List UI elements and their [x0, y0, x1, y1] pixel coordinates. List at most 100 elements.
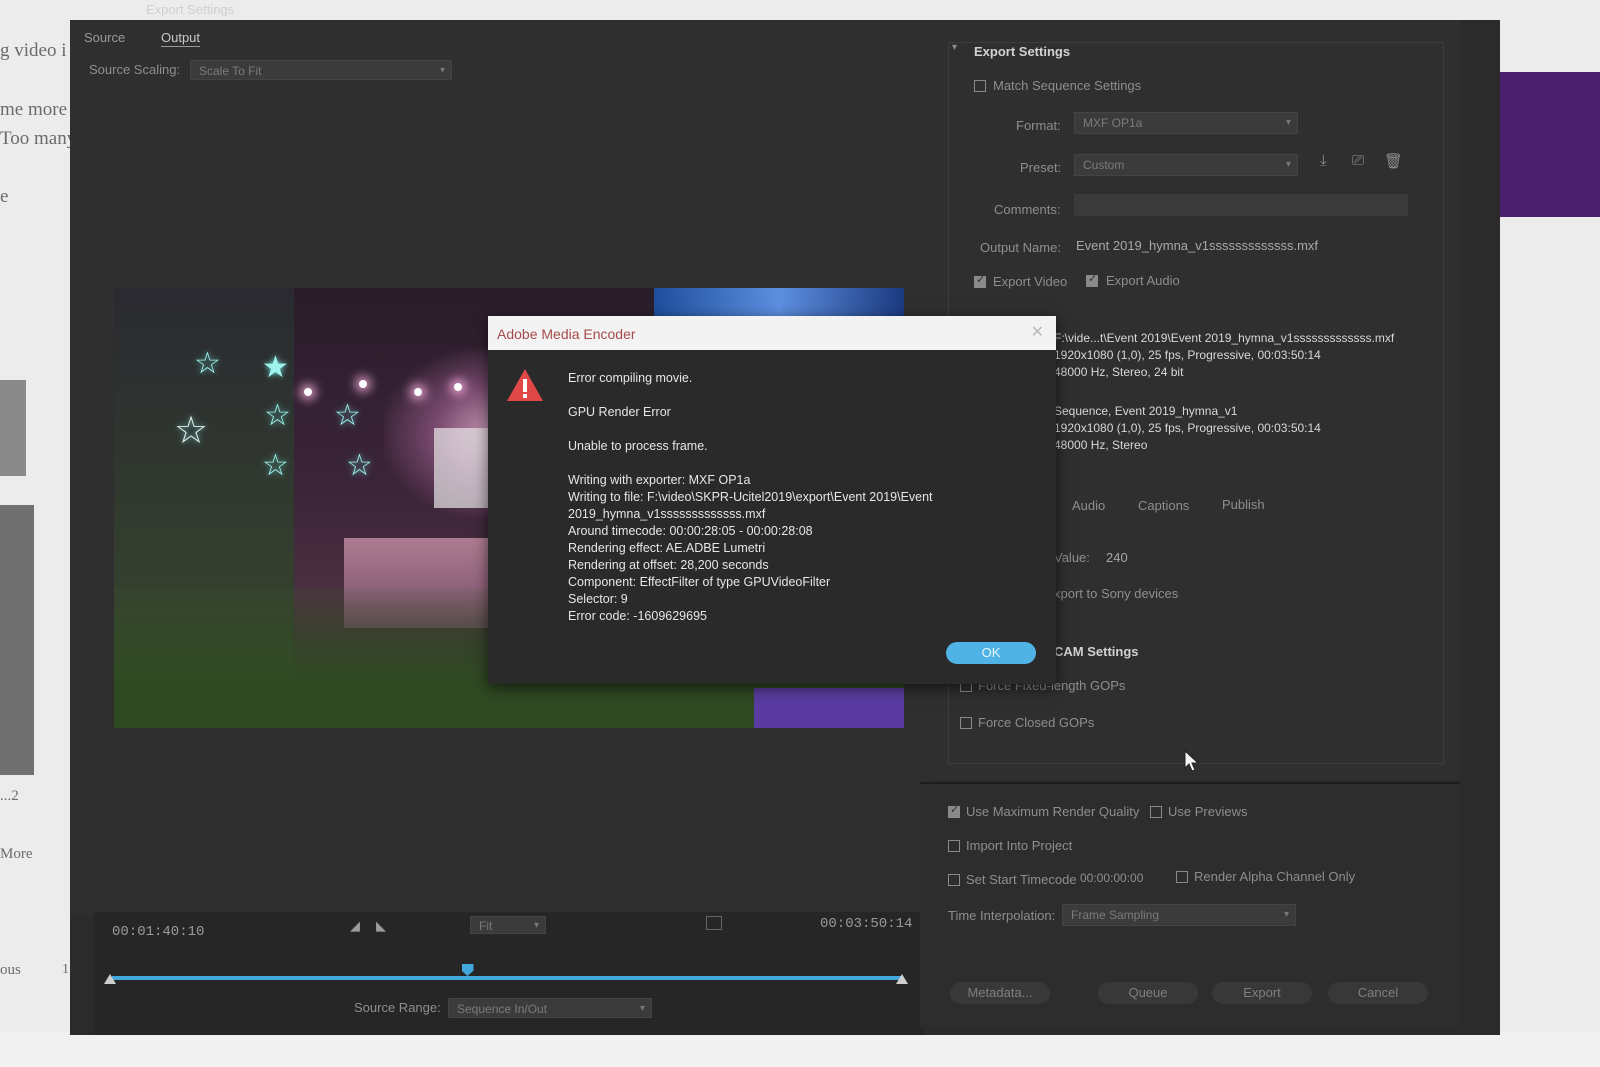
- error-message-line: Around timecode: 00:00:28:05 - 00:00:28:…: [568, 524, 813, 538]
- preset-select[interactable]: Custom ▾: [1074, 154, 1298, 176]
- error-dialog: Adobe Media Encoder ✕ Error compiling mo…: [488, 316, 1056, 684]
- error-message-line: Selector: 9: [568, 592, 628, 606]
- format-select[interactable]: MXF OP1a ▾: [1074, 112, 1298, 134]
- chevron-down-icon: ▾: [639, 1003, 645, 1014]
- delete-preset-icon[interactable]: 🗑: [1384, 152, 1403, 170]
- summary-output-line: 1920x1080 (1,0), 25 fps, Progressive, 00…: [1054, 348, 1321, 362]
- chevron-down-icon: ▾: [533, 920, 539, 931]
- chevron-down-icon: ▾: [1283, 909, 1289, 920]
- bg-text-line: More: [0, 846, 33, 862]
- max-render-quality-checkbox[interactable]: [948, 803, 960, 818]
- export-settings-title: Export Settings: [974, 44, 1071, 59]
- export-button[interactable]: Export: [1212, 982, 1312, 1004]
- sony-devices-label: xport to Sony devices: [1054, 586, 1179, 601]
- comments-label: Comments:: [994, 202, 1061, 217]
- time-interpolation-label: Time Interpolation:: [948, 908, 1056, 923]
- render-alpha-checkbox[interactable]: [1176, 871, 1188, 883]
- output-name-label: Output Name:: [980, 240, 1061, 255]
- use-previews-label: Use Previews: [1168, 804, 1248, 819]
- cancel-button[interactable]: Cancel: [1328, 982, 1428, 1004]
- tab-output[interactable]: Output: [161, 30, 201, 47]
- render-alpha-label: Render Alpha Channel Only: [1194, 869, 1356, 884]
- bg-thumbnail: [0, 505, 34, 775]
- tab-source[interactable]: Source: [84, 30, 125, 45]
- error-message-line: Error code: -1609629695: [568, 609, 707, 623]
- ok-button[interactable]: OK: [946, 642, 1036, 664]
- queue-button[interactable]: Queue: [1098, 982, 1198, 1004]
- summary-source-line: Sequence, Event 2019_hymna_v1: [1054, 404, 1238, 418]
- source-scaling-value: Scale To Fit: [199, 64, 262, 78]
- error-message-line: Writing to file: F:\video\SKPR-Ucitel201…: [568, 490, 933, 504]
- set-start-timecode-checkbox[interactable]: [948, 874, 960, 886]
- timeline-track[interactable]: [112, 976, 902, 980]
- preset-label: Preset:: [1020, 160, 1062, 175]
- comments-input[interactable]: [1074, 194, 1408, 216]
- warning-icon: [507, 369, 543, 401]
- window-title: Export Settings: [146, 2, 235, 17]
- timeline-bar: 00:01:40:10 ◢ ◣ Fit ▾ 00:03:50:14 Source…: [94, 912, 924, 1035]
- error-message-line: Component: EffectFilter of type GPUVideo…: [568, 575, 831, 589]
- use-previews-checkbox[interactable]: [1150, 806, 1162, 818]
- in-point-handle[interactable]: [104, 974, 116, 984]
- format-label: Format:: [1016, 118, 1061, 133]
- import-into-project-checkbox[interactable]: [948, 840, 960, 852]
- error-message-line: Error compiling movie.: [568, 371, 693, 385]
- time-interpolation-value: Frame Sampling: [1071, 908, 1160, 922]
- bg-text-line: ous: [0, 962, 21, 978]
- time-interpolation-select[interactable]: Frame Sampling ▾: [1062, 904, 1296, 926]
- aspect-ratio-icon[interactable]: [706, 916, 722, 930]
- error-message-line: Writing with exporter: MXF OP1a: [568, 473, 751, 487]
- match-sequence-checkbox[interactable]: [974, 80, 986, 92]
- chevron-down-icon: ▾: [1285, 117, 1291, 128]
- source-scaling-select[interactable]: Scale To Fit ▾: [190, 60, 452, 80]
- zoom-fit-select[interactable]: Fit ▾: [470, 916, 546, 934]
- zoom-fit-value: Fit: [479, 919, 493, 933]
- collapse-chevron-icon[interactable]: ▾: [952, 42, 957, 53]
- import-preset-icon[interactable]: ⎚: [1352, 152, 1364, 169]
- cam-settings-title: CAM Settings: [1054, 644, 1139, 659]
- max-render-quality-label: Use Maximum Render Quality: [966, 804, 1140, 819]
- output-name-link[interactable]: Event 2019_hymna_v1sssssssssssss.mxf: [1076, 238, 1318, 253]
- start-timecode-field[interactable]: 00:00:00:00: [1080, 871, 1143, 885]
- mark-in-icon[interactable]: ◢: [350, 918, 360, 934]
- save-preset-icon[interactable]: ⤓: [1320, 152, 1327, 169]
- out-point-handle[interactable]: [896, 974, 908, 984]
- export-video-checkbox[interactable]: [974, 273, 986, 288]
- render-options-panel: Use Maximum Render Quality Use Previews …: [920, 782, 1460, 1027]
- value-label: Value:: [1054, 550, 1090, 565]
- summary-output-line: 48000 Hz, Stereo, 24 bit: [1054, 365, 1184, 379]
- bg-thumbnail: [0, 380, 26, 476]
- source-range-label: Source Range:: [354, 1000, 441, 1015]
- current-timecode[interactable]: 00:01:40:10: [112, 924, 204, 940]
- tab-audio[interactable]: Audio: [1072, 498, 1105, 513]
- dialog-title-bar[interactable]: Adobe Media Encoder ✕: [488, 316, 1056, 350]
- error-message-line: Rendering at offset: 28,200 seconds: [568, 558, 769, 572]
- mouse-cursor-icon: [1184, 750, 1200, 772]
- force-closed-gops-checkbox[interactable]: [960, 717, 972, 729]
- close-icon[interactable]: ✕: [1031, 322, 1044, 342]
- tab-captions[interactable]: Captions: [1138, 498, 1189, 513]
- summary-output-line: F:\vide...t\Event 2019\Event 2019_hymna_…: [1054, 331, 1395, 345]
- import-into-project-label: Import Into Project: [966, 838, 1073, 853]
- chevron-down-icon: ▾: [1285, 159, 1291, 170]
- bg-text-line: me more: [0, 99, 68, 120]
- error-message-line: Unable to process frame.: [568, 439, 708, 453]
- export-audio-checkbox[interactable]: [1086, 272, 1098, 287]
- source-range-select[interactable]: Sequence In/Out ▾: [448, 998, 652, 1018]
- dialog-title: Adobe Media Encoder: [497, 326, 636, 342]
- playhead-icon[interactable]: [461, 964, 474, 976]
- value-field[interactable]: 240: [1106, 550, 1128, 565]
- bg-text-line: 1: [62, 962, 69, 977]
- bg-text-line: ...2: [0, 788, 19, 804]
- error-message-line: GPU Render Error: [568, 405, 671, 419]
- preset-value: Custom: [1083, 158, 1125, 172]
- bg-text-line: g video i: [0, 40, 67, 61]
- export-video-label: Export Video: [993, 274, 1068, 289]
- bg-footer: [0, 1032, 1600, 1067]
- metadata-button[interactable]: Metadata...: [950, 982, 1050, 1004]
- match-sequence-label: Match Sequence Settings: [993, 78, 1142, 93]
- error-message-line: Rendering effect: AE.ADBE Lumetri: [568, 541, 766, 555]
- mark-out-icon[interactable]: ◣: [376, 918, 386, 934]
- export-audio-label: Export Audio: [1106, 273, 1180, 288]
- tab-publish[interactable]: Publish: [1222, 497, 1265, 512]
